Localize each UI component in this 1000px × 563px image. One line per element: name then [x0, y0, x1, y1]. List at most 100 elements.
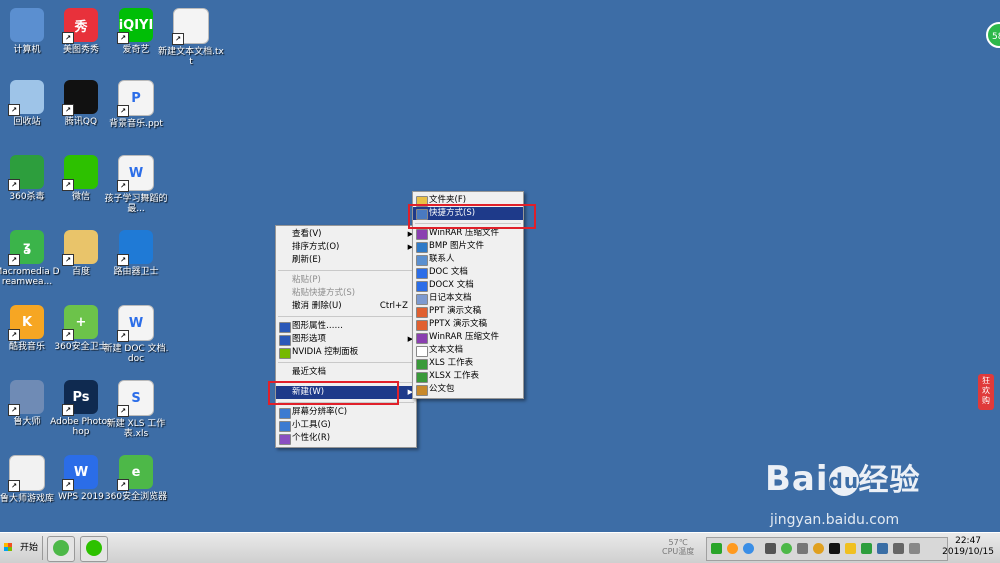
context-menu-item[interactable]: 排序方式(O) ▶: [276, 241, 416, 254]
shortcut-arrow-icon: ↗: [117, 479, 129, 491]
menu-item-icon: [416, 255, 428, 266]
app-icon: ↗: [8, 155, 44, 191]
tray-app-icon[interactable]: [727, 543, 738, 554]
new-submenu-item[interactable]: PPTX 演示文稿: [413, 318, 523, 331]
tray-network-icon[interactable]: [893, 543, 904, 554]
context-menu-item[interactable]: 图形选项 ▶: [276, 333, 416, 346]
menu-item-label: WinRAR 压缩文件: [429, 228, 499, 238]
context-menu-item[interactable]: 图形属性……: [276, 320, 416, 333]
shortcut-arrow-icon: ↗: [117, 32, 129, 44]
shortcut-arrow-icon: ↗: [8, 179, 20, 191]
taskbar-wechat-button[interactable]: [80, 536, 108, 562]
tray-app-icon[interactable]: [743, 543, 754, 554]
menu-item-label: PPTX 演示文稿: [429, 319, 487, 329]
menu-item-label: 粘贴快捷方式(S): [292, 288, 356, 298]
menu-item-icon: [416, 229, 428, 240]
new-submenu-item[interactable]: 日记本文档: [413, 292, 523, 305]
app-icon: W ↗: [117, 305, 154, 342]
context-menu-item[interactable]: 屏幕分辨率(C): [276, 406, 416, 419]
shortcut-arrow-icon: ↗: [8, 104, 20, 116]
app-icon: 秀 ↗: [62, 8, 98, 44]
app-icon: ↗: [172, 8, 209, 45]
tray-app-icon[interactable]: [797, 543, 808, 554]
tray-up-icon[interactable]: [711, 543, 722, 554]
baidu-watermark-url: jingyan.baidu.com: [770, 512, 900, 528]
app-icon: + ↗: [62, 305, 98, 341]
desktop-icon[interactable]: ↗ 新建文本文档.txt: [158, 8, 224, 67]
tray-app-icon[interactable]: [845, 543, 856, 554]
tray-shield-icon[interactable]: [861, 543, 872, 554]
menu-item-icon: [416, 281, 428, 292]
tray-app-icon[interactable]: [829, 543, 840, 554]
menu-item-icon: [416, 294, 428, 305]
desktop-icon[interactable]: W ↗ 新建 DOC 文档.doc: [103, 305, 169, 364]
desktop[interactable]: 计算机秀 ↗ 美图秀秀 iQIYI ↗ 爱奇艺 ↗ 新建文本文档.txt ↗ 回收站 ↗ 腾讯QQ P ↗…: [0, 0, 1000, 532]
new-submenu-item[interactable]: BMP 图片文件: [413, 240, 523, 253]
menu-item-icon: [416, 372, 428, 383]
desktop-icon[interactable]: e ↗ 360安全浏览器: [103, 455, 169, 502]
menu-item-label: 文本文档: [429, 345, 464, 355]
menu-item-label: WinRAR 压缩文件: [429, 332, 499, 342]
shortcut-arrow-icon: ↗: [62, 329, 74, 341]
menu-item-icon: [416, 307, 428, 318]
shortcut-arrow-icon: ↗: [8, 480, 20, 492]
context-menu-item[interactable]: 刷新(E): [276, 254, 416, 267]
menu-separator: [278, 270, 414, 271]
taskbar: 开始 57℃ CPU温度 22:47 2019/10/15: [0, 532, 1000, 563]
context-menu-item[interactable]: 最近文档: [276, 366, 416, 379]
side-promo-tab[interactable]: 狂欢购: [978, 374, 994, 410]
new-submenu-item[interactable]: PPT 演示文稿: [413, 305, 523, 318]
taskbar-360-browser-button[interactable]: [47, 536, 75, 562]
new-submenu-item[interactable]: XLSX 工作表: [413, 370, 523, 383]
menu-item-label: 小工具(G): [292, 420, 331, 430]
menu-item-label: 图形属性……: [292, 321, 344, 331]
tray-flag-icon[interactable]: [877, 543, 888, 554]
floating-widget-badge[interactable]: 58: [986, 22, 1000, 48]
app-icon: ↗: [8, 80, 44, 116]
desktop-icon[interactable]: P ↗ 背景音乐.ppt: [103, 80, 169, 129]
start-button[interactable]: 开始: [2, 539, 40, 557]
clock[interactable]: 22:47 2019/10/15: [942, 536, 994, 558]
app-icon: K ↗: [8, 305, 44, 341]
context-menu-item[interactable]: 查看(V) ▶: [276, 228, 416, 241]
browser-icon: [53, 540, 69, 556]
shortcut-arrow-icon: ↗: [62, 104, 74, 116]
menu-item-icon: [416, 359, 428, 370]
new-submenu-item[interactable]: DOC 文档: [413, 266, 523, 279]
context-menu-item[interactable]: 撤消 删除(U) Ctrl+Z: [276, 300, 416, 313]
menu-item-icon: [416, 320, 428, 331]
tray-app-icon[interactable]: [765, 543, 776, 554]
context-menu-item[interactable]: 粘贴(P): [276, 274, 416, 287]
menu-item-label: 屏幕分辨率(C): [292, 407, 348, 417]
desktop-icon[interactable]: W ↗ 孩子学习舞蹈的最...: [103, 155, 169, 214]
desktop-icon[interactable]: ↗ 路由器卫士: [103, 230, 169, 277]
tray-app-icon[interactable]: [813, 543, 824, 554]
new-submenu-item[interactable]: 联系人: [413, 253, 523, 266]
desktop-icon[interactable]: S ↗ 新建 XLS 工作表.xls: [103, 380, 169, 439]
menu-item-label: XLSX 工作表: [429, 371, 479, 381]
tray-volume-icon[interactable]: [909, 543, 920, 554]
desktop-icon-label: 背景音乐.ppt: [109, 119, 163, 129]
menu-item-icon: [279, 408, 291, 419]
context-menu-item[interactable]: 小工具(G): [276, 419, 416, 432]
desktop-icon-label: 新建 XLS 工作表.xls: [106, 419, 166, 439]
cpu-temp-widget[interactable]: 57℃ CPU温度: [662, 538, 694, 556]
new-submenu-item[interactable]: XLS 工作表: [413, 357, 523, 370]
app-icon: ↗: [62, 80, 98, 116]
desktop-icon-label: 新建文本文档.txt: [158, 47, 224, 67]
new-submenu-item[interactable]: WinRAR 压缩文件: [413, 331, 523, 344]
menu-separator: [278, 362, 414, 363]
context-menu-item[interactable]: NVIDIA 控制面板: [276, 346, 416, 359]
context-menu-item[interactable]: 个性化(R): [276, 432, 416, 445]
menu-item-label: DOCX 文档: [429, 280, 474, 290]
new-submenu-item[interactable]: 文本文档: [413, 344, 523, 357]
new-submenu-item[interactable]: 公文包: [413, 383, 523, 396]
new-submenu-item[interactable]: DOCX 文档: [413, 279, 523, 292]
menu-item-icon: [279, 434, 291, 445]
menu-item-label: 公文包: [429, 384, 455, 394]
context-menu-item[interactable]: 粘贴快捷方式(S): [276, 287, 416, 300]
menu-item-label: 个性化(R): [292, 433, 331, 443]
tray-app-icon[interactable]: [781, 543, 792, 554]
menu-item-label: 查看(V): [292, 229, 322, 239]
app-icon: ↗: [62, 155, 98, 191]
